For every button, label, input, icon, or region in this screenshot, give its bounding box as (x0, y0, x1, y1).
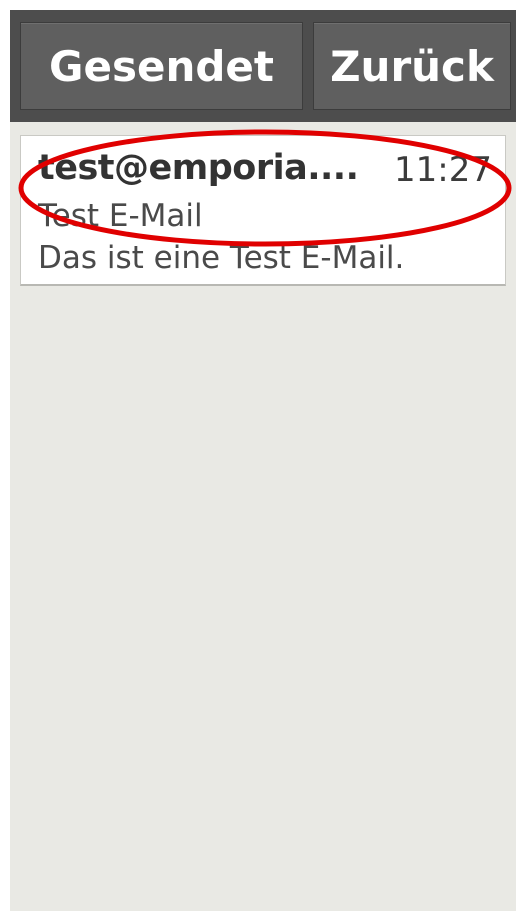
sent-folder-button[interactable]: Gesendet (20, 22, 303, 110)
email-list-item[interactable]: test@emporia.... 11:27 Test E-Mail Das i… (20, 135, 506, 286)
email-preview: Das ist eine Test E-Mail. (38, 240, 405, 276)
email-screen: Gesendet Zurück test@emporia.... 11:27 T… (10, 10, 516, 911)
email-time: 11:27 (394, 150, 492, 190)
email-subject: Test E-Mail (38, 198, 203, 234)
top-toolbar: Gesendet Zurück (10, 10, 516, 122)
back-button[interactable]: Zurück (313, 22, 511, 110)
email-sender: test@emporia.... (38, 148, 359, 188)
